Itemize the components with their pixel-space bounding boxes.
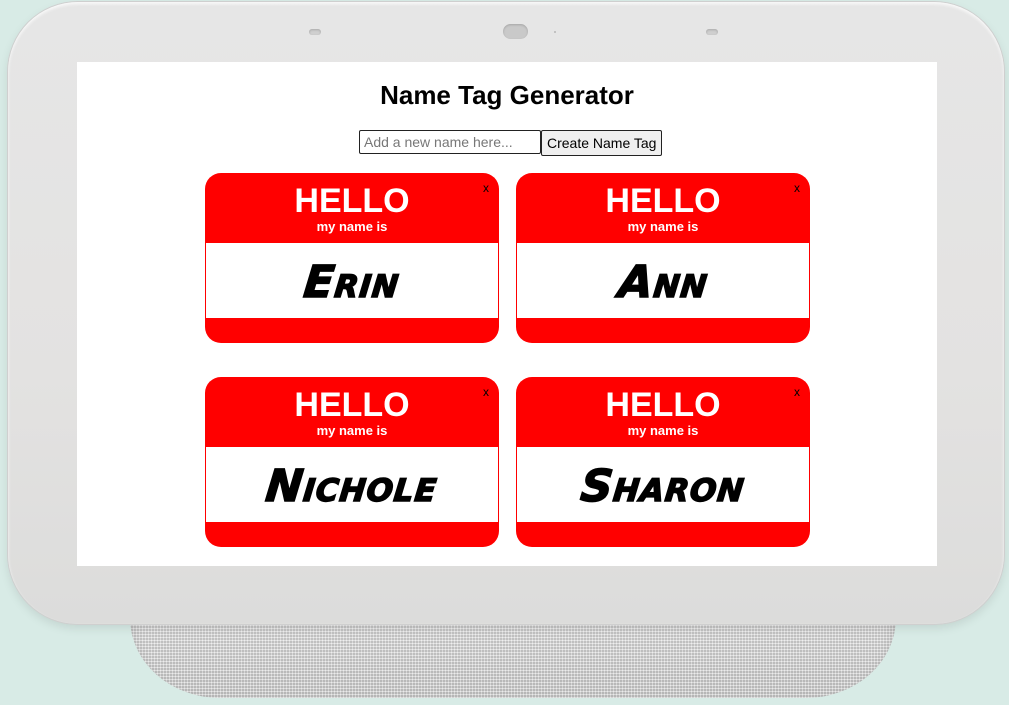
mic-sensor-left [309, 29, 321, 35]
name-tag-card: x HELLO my name is Erin [205, 173, 499, 343]
tag-hello-heading: HELLO [294, 386, 410, 424]
tag-name: Ann [615, 256, 711, 309]
name-tag-form: Create Name Tag [359, 130, 663, 156]
tag-subtitle: my name is [627, 423, 699, 438]
tag-subtitle: my name is [627, 219, 699, 234]
camera-icon [503, 24, 528, 39]
tag-subtitle: my name is [316, 219, 388, 234]
tag-name-area: Sharon [517, 447, 809, 522]
app-screen: Name Tag Generator Create Name Tag x HEL… [77, 62, 937, 566]
name-input[interactable] [359, 130, 541, 154]
tag-name: Nichole [263, 460, 441, 513]
tag-name-area: Erin [206, 243, 498, 318]
tag-hello-heading: HELLO [605, 386, 721, 424]
page-title: Name Tag Generator [380, 80, 634, 110]
name-tag-card: x HELLO my name is Nichole [205, 377, 499, 547]
create-name-tag-button[interactable]: Create Name Tag [541, 130, 663, 156]
tag-name: Erin [301, 256, 403, 309]
mic-sensor-right [706, 29, 718, 35]
name-tag-card: x HELLO my name is Sharon [516, 377, 810, 547]
tag-hello-heading: HELLO [605, 182, 721, 220]
tag-name: Sharon [578, 460, 749, 513]
tag-hello-heading: HELLO [294, 182, 410, 220]
tag-name-area: Ann [517, 243, 809, 318]
light-sensor [554, 31, 556, 33]
tag-subtitle: my name is [316, 423, 388, 438]
name-tag-card: x HELLO my name is Ann [516, 173, 810, 343]
tag-name-area: Nichole [206, 447, 498, 522]
